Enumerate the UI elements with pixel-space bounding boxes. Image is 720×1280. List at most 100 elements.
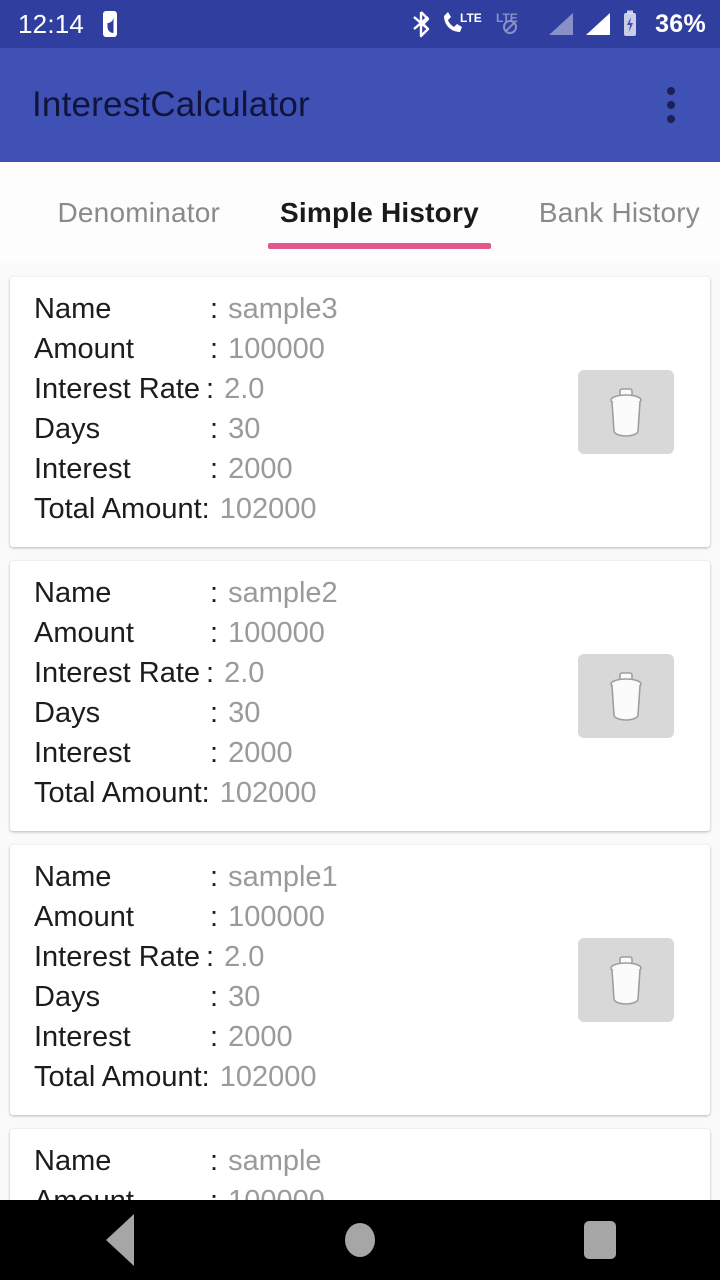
overflow-menu-icon[interactable]	[644, 78, 698, 132]
phone-screen: 12:14 LTE LTE 36% InterestCalculator Den…	[0, 0, 720, 1280]
tab-label: Bank History	[538, 196, 700, 228]
nav-recents-button[interactable]	[540, 1200, 660, 1280]
field-colon: :	[210, 901, 219, 933]
tab-denominator[interactable]: Denominator	[27, 162, 250, 263]
field-label: Interest	[34, 1021, 131, 1053]
field-value: 30	[228, 697, 261, 729]
tab-simple-history[interactable]: Simple History	[250, 162, 509, 263]
tab-indicator	[268, 243, 491, 249]
home-circle-icon	[345, 1223, 375, 1257]
field-label: Amount	[34, 617, 134, 649]
svg-text:LTE: LTE	[460, 11, 482, 25]
field-total-amount: Total Amount : 102000	[34, 493, 710, 533]
field-label: Interest Rate	[34, 941, 201, 973]
field-label: Amount	[34, 1185, 210, 1200]
lte-nosignal-icon: LTE	[496, 11, 518, 34]
field-value: sample2	[228, 577, 338, 609]
history-card[interactable]: Name : sample3 Amount : 100000 Interest …	[10, 277, 710, 547]
simple-history-list[interactable]: Name : sample3 Amount : 100000 Interest …	[0, 263, 720, 1200]
field-amount: Amount : 100000	[34, 617, 710, 657]
field-value: 2.0	[224, 657, 265, 689]
field-value: 2.0	[224, 941, 265, 973]
page-title: InterestCalculator	[32, 85, 310, 124]
field-name: Name : sample	[34, 1145, 710, 1185]
tab-interest[interactable]: rest	[0, 162, 27, 263]
field-label: Amount	[34, 901, 134, 933]
field-colon: :	[210, 981, 219, 1013]
field-value: 2.0	[224, 373, 265, 405]
tab-strip[interactable]: rest Denominator Simple History Bank His…	[0, 162, 720, 263]
field-value: sample	[228, 1145, 322, 1177]
field-colon: :	[206, 941, 215, 973]
field-label: Interest	[34, 737, 131, 769]
signal-bars-icon-1	[549, 13, 574, 35]
field-colon: :	[210, 697, 219, 729]
field-colon: :	[210, 453, 219, 485]
field-colon: :	[210, 577, 219, 609]
field-value: 100000	[228, 901, 325, 933]
field-colon: :	[201, 1061, 210, 1093]
field-amount: Amount : 100000	[34, 901, 710, 941]
tab-label: Denominator	[57, 196, 220, 228]
field-label: Days	[34, 697, 101, 729]
field-value: 100000	[228, 333, 325, 365]
history-card[interactable]: Name : sample2 Amount : 100000 Interest …	[10, 561, 710, 831]
field-value: 2000	[228, 1021, 293, 1053]
field-value: 102000	[219, 1061, 317, 1093]
signal-bars-icon-2	[586, 13, 611, 35]
field-colon: :	[210, 617, 219, 649]
nav-back-button[interactable]	[60, 1200, 180, 1280]
field-label: Amount	[34, 333, 134, 365]
bluetooth-icon	[413, 11, 430, 38]
lte-call-icon: LTE	[444, 11, 482, 32]
field-value: sample1	[228, 861, 338, 893]
status-bar-clock: 12:14	[18, 8, 85, 39]
field-value: 2000	[228, 737, 293, 769]
field-colon: :	[206, 657, 215, 689]
field-label: Name	[34, 577, 112, 609]
field-value: 100000	[228, 1185, 325, 1200]
field-label: Days	[34, 413, 101, 445]
history-card[interactable]: Name : sample1 Amount : 100000 Interest …	[10, 845, 710, 1115]
field-amount: Amount : 100000	[34, 333, 710, 373]
field-interest: Interest : 2000	[34, 1021, 710, 1061]
field-interest: Interest : 2000	[34, 453, 710, 493]
status-bar-left-icons	[100, 10, 120, 38]
field-amount: Amount : 100000	[34, 1185, 710, 1200]
tab-bar: rest Denominator Simple History Bank His…	[0, 162, 720, 263]
field-total-amount: Total Amount : 102000	[34, 1061, 710, 1101]
field-value: 30	[228, 981, 261, 1013]
delete-button[interactable]	[578, 654, 674, 738]
field-name: Name : sample1	[34, 861, 710, 901]
field-colon: :	[201, 777, 210, 809]
delete-button[interactable]	[578, 370, 674, 454]
field-label: Interest Rate	[34, 657, 201, 689]
history-card[interactable]: Name : sample Amount : 100000 Interest R…	[10, 1129, 710, 1200]
field-value: 102000	[219, 777, 317, 809]
field-name: Name : sample2	[34, 577, 710, 617]
nav-home-button[interactable]	[300, 1200, 420, 1280]
field-colon: :	[210, 333, 219, 365]
delete-button[interactable]	[578, 938, 674, 1022]
trash-icon	[610, 388, 642, 437]
field-label: Total Amount	[34, 493, 202, 525]
field-label: Name	[34, 293, 112, 325]
app-bar: InterestCalculator	[0, 48, 720, 162]
field-label: Days	[34, 981, 101, 1013]
tab-bank-history[interactable]: Bank History	[509, 162, 720, 263]
field-name: Name : sample3	[34, 293, 710, 333]
field-label: Interest Rate	[34, 373, 201, 405]
field-colon: :	[206, 373, 215, 405]
trash-icon	[610, 672, 642, 721]
field-colon: :	[210, 413, 219, 445]
field-label: Name	[34, 1145, 112, 1177]
field-colon: :	[210, 737, 219, 769]
field-total-amount: Total Amount : 102000	[34, 777, 710, 817]
tab-label: Simple History	[280, 196, 479, 228]
phone-vibrate-icon	[103, 11, 118, 37]
field-value: 102000	[219, 493, 317, 525]
trash-icon	[610, 956, 642, 1005]
status-bar-right-icons: LTE LTE 36%	[410, 10, 706, 39]
field-colon: :	[210, 861, 219, 893]
status-bar: 12:14 LTE LTE 36%	[0, 0, 720, 48]
